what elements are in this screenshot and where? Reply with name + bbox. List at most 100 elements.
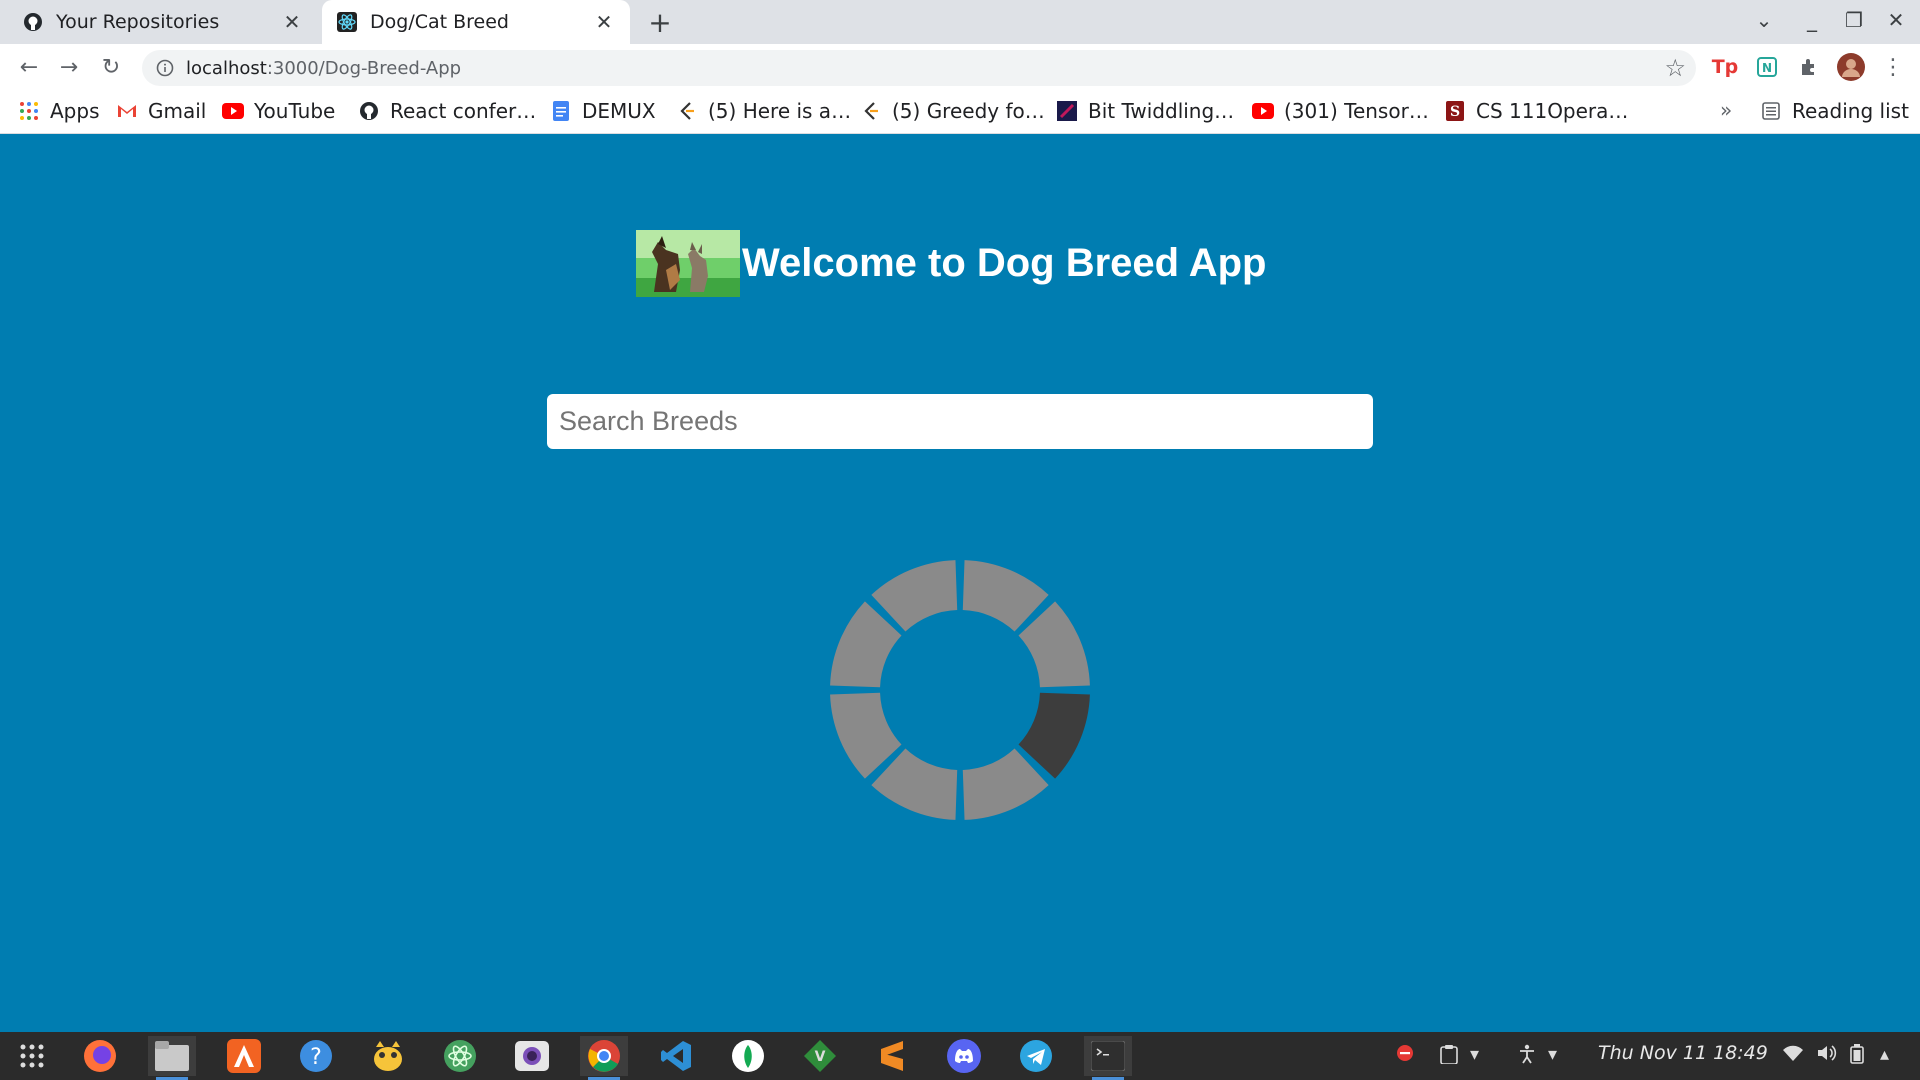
tab-search-icon[interactable]: ⌄: [1752, 8, 1776, 32]
tab-title: Your Repositories: [56, 11, 220, 33]
terminal-icon[interactable]: [1084, 1036, 1132, 1080]
accessibility-icon[interactable]: [1518, 1044, 1536, 1069]
bookmark-star-icon[interactable]: ☆: [1664, 54, 1686, 82]
svg-text:S: S: [1450, 104, 1460, 120]
bookmark-youtube[interactable]: YouTube: [222, 90, 335, 132]
minimize-icon[interactable]: _: [1800, 8, 1824, 32]
close-tab-icon[interactable]: ✕: [592, 10, 616, 34]
bookmark-label: DEMUX: [582, 99, 656, 123]
tab-strip: Your Repositories ✕ Dog/Cat Breed ✕ + ⌄ …: [0, 0, 1920, 44]
url-host: localhost: [186, 57, 267, 79]
page-content: Welcome to Dog Breed App: [0, 134, 1920, 1032]
do-not-disturb-icon[interactable]: [1396, 1044, 1414, 1067]
page-icon: [1056, 100, 1078, 122]
github-icon: [358, 100, 380, 122]
browser-toolbar: ← → ↻ localhost:3000/Dog-Breed-App ☆ Tp …: [0, 44, 1920, 90]
tab-title: Dog/Cat Breed: [370, 11, 509, 33]
camera-icon[interactable]: [508, 1036, 556, 1076]
wifi-icon[interactable]: [1782, 1044, 1804, 1067]
bookmark-greedy[interactable]: (5) Greedy fo…: [860, 90, 1045, 132]
bookmark-label: CS 111Opera…: [1476, 99, 1629, 123]
forward-icon[interactable]: →: [54, 52, 84, 82]
mongodb-icon[interactable]: [724, 1036, 772, 1076]
page-title: Welcome to Dog Breed App: [742, 241, 1267, 285]
discord-icon[interactable]: [940, 1036, 988, 1076]
extensions-puzzle-icon[interactable]: [1794, 52, 1824, 82]
bookmarks-overflow-button[interactable]: »: [1720, 98, 1732, 122]
site-info-icon[interactable]: [154, 57, 176, 79]
tab-your-repositories[interactable]: Your Repositories ✕: [8, 0, 318, 44]
tab-dog-cat-breed[interactable]: Dog/Cat Breed ✕: [322, 0, 630, 44]
bookmark-tensor[interactable]: (301) Tensor…: [1252, 90, 1429, 132]
search-breeds-input[interactable]: [547, 394, 1373, 449]
bookmark-label: (301) Tensor…: [1284, 99, 1429, 123]
bookmark-react-conference[interactable]: React confer…: [358, 90, 536, 132]
back-icon[interactable]: ←: [14, 52, 44, 82]
svg-text:N: N: [1762, 61, 1772, 75]
bookmark-cs111[interactable]: S CS 111Opera…: [1444, 90, 1628, 132]
bookmark-label: (5) Here is a…: [708, 99, 852, 123]
bookmark-label: React confer…: [390, 99, 537, 123]
bookmark-label: YouTube: [254, 99, 336, 123]
clock[interactable]: Thu Nov 11 18:49: [1598, 1042, 1768, 1064]
chrome-icon[interactable]: [580, 1036, 628, 1080]
new-tab-button[interactable]: +: [648, 6, 672, 39]
bookmark-label: Bit Twiddling…: [1088, 99, 1235, 123]
vim-icon[interactable]: V: [796, 1036, 844, 1076]
react-icon: [336, 11, 358, 33]
close-window-icon[interactable]: ✕: [1884, 8, 1908, 32]
pycharm-icon[interactable]: [364, 1036, 412, 1076]
stanford-icon: S: [1444, 100, 1466, 122]
app-store-icon[interactable]: [220, 1036, 268, 1076]
reading-list-button[interactable]: Reading list: [1760, 90, 1909, 132]
dog-cat-logo-image: [636, 230, 740, 297]
battery-icon[interactable]: [1850, 1044, 1864, 1069]
bookmark-label: Gmail: [148, 99, 207, 123]
profile-avatar[interactable]: [1836, 52, 1866, 82]
volume-icon[interactable]: [1816, 1044, 1838, 1067]
apps-grid-icon: [18, 100, 40, 122]
bookmark-bit-twiddling[interactable]: Bit Twiddling…: [1056, 90, 1234, 132]
github-icon: [22, 11, 44, 33]
clipboard-dropdown-icon[interactable]: ▾: [1470, 1044, 1479, 1065]
reload-icon[interactable]: ↻: [96, 52, 126, 82]
accessibility-dropdown-icon[interactable]: ▾: [1548, 1044, 1557, 1065]
leetcode-icon: [860, 100, 882, 122]
url-text: localhost:3000/Dog-Breed-App: [186, 58, 461, 79]
address-bar[interactable]: localhost:3000/Dog-Breed-App ☆: [142, 50, 1696, 86]
svg-text:V: V: [815, 1049, 826, 1065]
atom-icon[interactable]: [436, 1036, 484, 1076]
svg-text:?: ?: [310, 1045, 322, 1070]
system-menu-icon[interactable]: ▴: [1880, 1044, 1889, 1065]
docs-icon: [550, 100, 572, 122]
bookmark-gmail[interactable]: Gmail: [116, 90, 206, 132]
reading-list-label: Reading list: [1792, 99, 1909, 123]
bookmark-label: Apps: [50, 99, 100, 123]
tp-extension-icon[interactable]: Tp: [1710, 52, 1740, 82]
close-tab-icon[interactable]: ✕: [280, 10, 304, 34]
app-grid-icon[interactable]: [8, 1036, 56, 1076]
bookmark-demux[interactable]: DEMUX: [550, 90, 656, 132]
reading-list-icon: [1760, 100, 1782, 122]
files-icon[interactable]: [148, 1036, 196, 1080]
notion-extension-icon[interactable]: N: [1752, 52, 1782, 82]
os-taskbar: ? V ▾ ▾ Thu Nov 11 18:49 ▴: [0, 1032, 1920, 1080]
vscode-icon[interactable]: [652, 1036, 700, 1076]
bookmark-label: (5) Greedy fo…: [892, 99, 1045, 123]
bookmark-apps[interactable]: Apps: [18, 90, 100, 132]
bookmark-here-is-a[interactable]: (5) Here is a…: [676, 90, 851, 132]
telegram-icon[interactable]: [1012, 1036, 1060, 1076]
leetcode-icon: [676, 100, 698, 122]
page-header: Welcome to Dog Breed App: [636, 230, 1267, 297]
youtube-icon: [222, 100, 244, 122]
loading-spinner: [830, 560, 1090, 820]
bookmarks-bar: Apps Gmail YouTube React confer… DEMUX (…: [0, 90, 1920, 134]
help-icon[interactable]: ?: [292, 1036, 340, 1076]
url-path: :3000/Dog-Breed-App: [266, 57, 462, 79]
sublime-icon[interactable]: [868, 1036, 916, 1076]
gmail-icon: [116, 100, 138, 122]
firefox-icon[interactable]: [76, 1036, 124, 1076]
clipboard-icon[interactable]: [1440, 1044, 1458, 1069]
chrome-menu-icon[interactable]: ⋮: [1878, 52, 1908, 82]
restore-icon[interactable]: ❐: [1842, 8, 1866, 32]
